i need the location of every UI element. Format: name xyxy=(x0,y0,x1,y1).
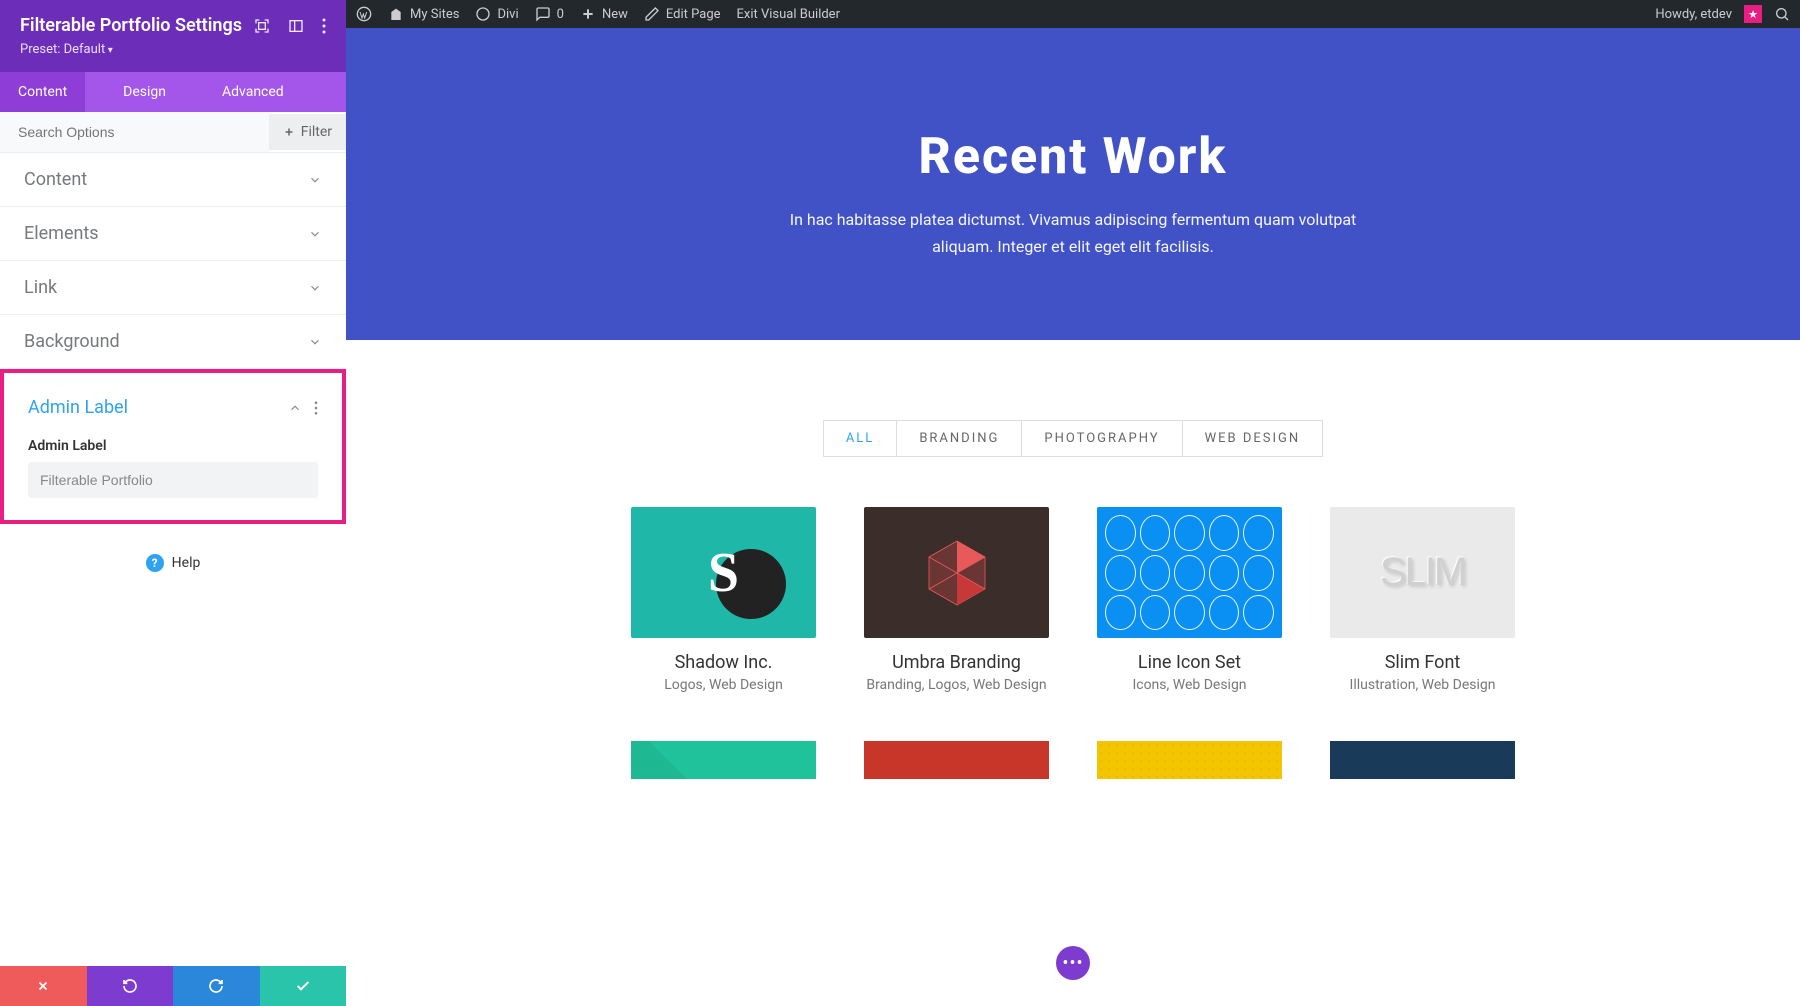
help-icon: ? xyxy=(146,554,164,572)
accordion: Content Elements Link Background xyxy=(0,153,346,966)
section-title: Background xyxy=(24,331,120,352)
my-sites-link[interactable]: My Sites xyxy=(388,6,459,22)
howdy-user[interactable]: Howdy, etdev xyxy=(1655,7,1732,22)
section-title: Admin Label xyxy=(28,397,128,418)
portfolio-section: ALL BRANDING PHOTOGRAPHY WEB DESIGN S Sh… xyxy=(346,340,1800,819)
thumbnail-icons xyxy=(1097,507,1282,638)
builder-fab[interactable]: ••• xyxy=(1056,946,1090,980)
portfolio-card[interactable]: Line Icon Set Icons, Web Design xyxy=(1097,507,1282,693)
portfolio-card[interactable]: SLIM Slim Font Illustration, Web Design xyxy=(1330,507,1515,693)
filter-all[interactable]: ALL xyxy=(823,420,897,457)
hero-subtitle: In hac habitasse platea dictumst. Vivamu… xyxy=(763,206,1383,260)
panel-icon[interactable] xyxy=(288,18,304,34)
section-more-icon[interactable] xyxy=(314,401,318,415)
chevron-down-icon xyxy=(308,335,322,349)
card-title: Umbra Branding xyxy=(864,652,1049,673)
chevron-down-icon xyxy=(308,227,322,241)
focus-icon[interactable] xyxy=(254,18,270,34)
portfolio-grid: S Shadow Inc. Logos, Web Design Umbra Br… xyxy=(386,507,1760,693)
chevron-up-icon xyxy=(288,401,302,415)
section-background[interactable]: Background xyxy=(0,315,346,369)
help-button[interactable]: ? Help xyxy=(0,524,346,602)
chevron-down-icon xyxy=(308,281,322,295)
section-title: Content xyxy=(24,169,87,190)
new-link[interactable]: New xyxy=(580,6,628,22)
thumbnail-partial[interactable] xyxy=(1330,741,1515,779)
section-admin-label: Admin Label Admin Label xyxy=(0,369,346,524)
wp-admin-bar: My Sites Divi 0 New Edit Page Exit Visua… xyxy=(346,0,1800,28)
thumbnail-umbra xyxy=(864,507,1049,638)
card-meta: Icons, Web Design xyxy=(1097,677,1282,693)
undo-button[interactable] xyxy=(87,966,174,1006)
section-content[interactable]: Content xyxy=(0,153,346,207)
hero-title: Recent Work xyxy=(386,128,1760,186)
sidebar-tabs: Content Design Advanced xyxy=(0,72,346,112)
filter-label: Filter xyxy=(301,124,332,140)
save-button[interactable] xyxy=(260,966,347,1006)
slim-logo: SLIM xyxy=(1380,550,1465,595)
preset-selector[interactable]: Preset: Default xyxy=(20,42,326,57)
filter-branding[interactable]: BRANDING xyxy=(896,420,1022,457)
comments-link[interactable]: 0 xyxy=(535,6,564,22)
admin-label-field-label: Admin Label xyxy=(28,438,318,454)
sidebar-header: Filterable Portfolio Settings Preset: De… xyxy=(0,0,346,72)
edit-page-link[interactable]: Edit Page xyxy=(644,6,721,22)
main-canvas: My Sites Divi 0 New Edit Page Exit Visua… xyxy=(346,0,1800,1006)
card-title: Line Icon Set xyxy=(1097,652,1282,673)
section-title: Link xyxy=(24,277,57,298)
tab-advanced[interactable]: Advanced xyxy=(204,72,302,112)
card-meta: Illustration, Web Design xyxy=(1330,677,1515,693)
settings-sidebar: Filterable Portfolio Settings Preset: De… xyxy=(0,0,346,1006)
help-label: Help xyxy=(172,555,201,571)
section-admin-label-header[interactable]: Admin Label xyxy=(4,373,342,434)
search-input[interactable] xyxy=(0,112,269,152)
filter-button[interactable]: Filter xyxy=(269,114,346,150)
portfolio-card[interactable]: Umbra Branding Branding, Logos, Web Desi… xyxy=(864,507,1049,693)
thumbnail-partial[interactable] xyxy=(631,741,816,779)
divi-link[interactable]: Divi xyxy=(475,6,518,22)
card-meta: Branding, Logos, Web Design xyxy=(864,677,1049,693)
module-title: Filterable Portfolio Settings xyxy=(20,15,242,36)
portfolio-grid-row2 xyxy=(386,741,1760,779)
card-meta: Logos, Web Design xyxy=(631,677,816,693)
search-icon[interactable] xyxy=(1774,6,1790,22)
avatar-icon[interactable]: ★ xyxy=(1744,5,1762,23)
portfolio-card[interactable]: S Shadow Inc. Logos, Web Design xyxy=(631,507,816,693)
cancel-button[interactable] xyxy=(0,966,87,1006)
tab-design[interactable]: Design xyxy=(105,72,184,112)
filter-web-design[interactable]: WEB DESIGN xyxy=(1182,420,1324,457)
card-title: Slim Font xyxy=(1330,652,1515,673)
thumbnail-partial[interactable] xyxy=(1097,741,1282,779)
filter-photography[interactable]: PHOTOGRAPHY xyxy=(1021,420,1182,457)
card-title: Shadow Inc. xyxy=(631,652,816,673)
section-title: Elements xyxy=(24,223,99,244)
tab-content[interactable]: Content xyxy=(0,72,85,112)
thumbnail-shadow: S xyxy=(631,507,816,638)
redo-button[interactable] xyxy=(173,966,260,1006)
search-row: Filter xyxy=(0,112,346,153)
more-icon[interactable] xyxy=(322,18,326,34)
wp-logo-icon[interactable] xyxy=(356,6,372,22)
section-link[interactable]: Link xyxy=(0,261,346,315)
sidebar-footer xyxy=(0,966,346,1006)
hero-section: Recent Work In hac habitasse platea dict… xyxy=(346,28,1800,340)
admin-label-input[interactable] xyxy=(28,462,318,498)
section-elements[interactable]: Elements xyxy=(0,207,346,261)
thumbnail-slim: SLIM xyxy=(1330,507,1515,638)
thumbnail-partial[interactable] xyxy=(864,741,1049,779)
chevron-down-icon xyxy=(308,173,322,187)
portfolio-filters: ALL BRANDING PHOTOGRAPHY WEB DESIGN xyxy=(386,420,1760,457)
exit-builder-link[interactable]: Exit Visual Builder xyxy=(737,7,840,22)
